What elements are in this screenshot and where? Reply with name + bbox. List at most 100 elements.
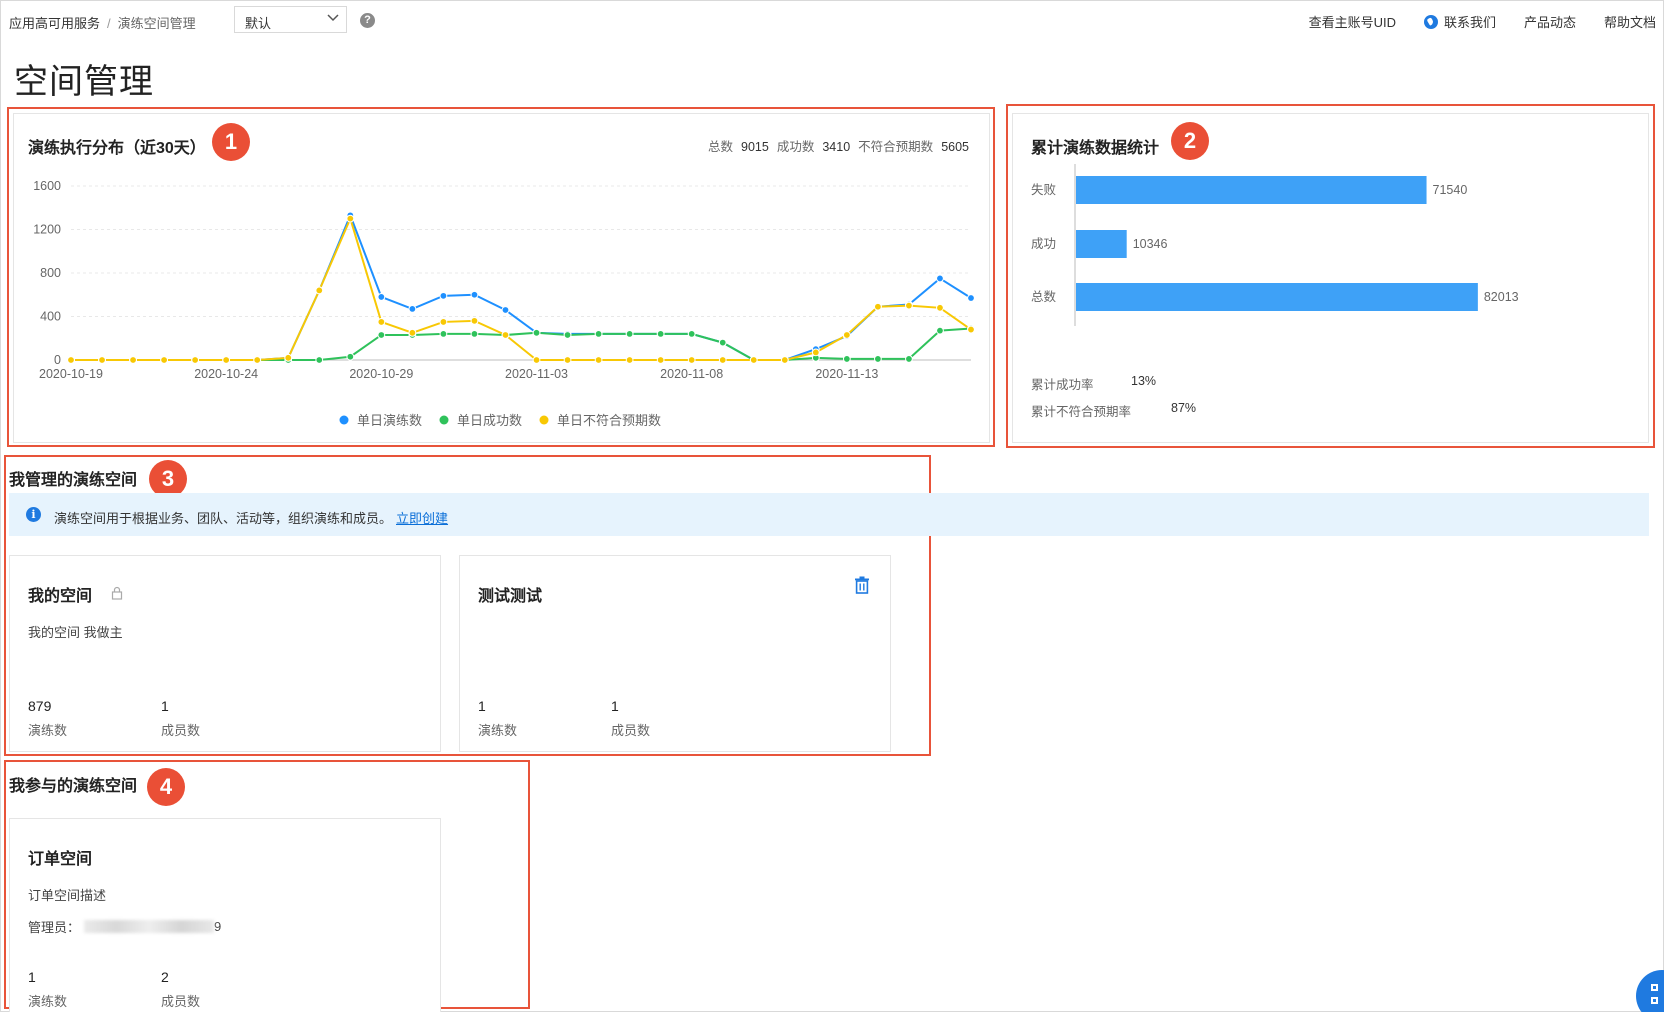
data-point[interactable] xyxy=(377,331,386,339)
y-tick-label: 0 xyxy=(54,353,61,367)
data-point[interactable] xyxy=(315,356,324,364)
data-point[interactable] xyxy=(656,330,665,338)
contact-us-link[interactable]: 联系我们 xyxy=(1423,12,1496,31)
data-point[interactable] xyxy=(408,304,417,313)
data-point[interactable] xyxy=(470,290,479,299)
space-card-order[interactable]: 订单空间 订单空间描述 管理员： 9 1 演练数 2 成员数 xyxy=(9,818,441,1012)
data-point[interactable] xyxy=(656,356,665,364)
data-point[interactable] xyxy=(718,356,727,364)
breadcrumb-separator: / xyxy=(107,16,111,31)
cumulative-bar-chart: 失败 71540 成功 10346 总数 82013 xyxy=(1031,164,1519,326)
data-point[interactable] xyxy=(532,356,541,364)
legend-item[interactable]: 单日不符合预期数 xyxy=(539,413,662,428)
data-point[interactable] xyxy=(873,355,882,363)
data-point[interactable] xyxy=(191,356,200,364)
data-point[interactable] xyxy=(377,318,386,326)
data-point[interactable] xyxy=(98,356,106,364)
data-point[interactable] xyxy=(67,356,75,364)
space-card-desc: 我的空间 我做主 xyxy=(28,625,123,640)
space-card-desc: 订单空间描述 xyxy=(28,888,107,903)
data-point[interactable] xyxy=(967,325,975,334)
data-point[interactable] xyxy=(936,303,944,312)
marker-1: 1 xyxy=(212,123,250,161)
data-point[interactable] xyxy=(594,356,603,364)
bar[interactable] xyxy=(1076,176,1427,204)
view-uid-link[interactable]: 查看主账号UID xyxy=(1309,12,1396,31)
bar[interactable] xyxy=(1076,283,1478,311)
cumulative-title: 累计演练数据统计 xyxy=(1031,140,1160,157)
category-label: 成功 xyxy=(1031,237,1056,251)
data-point[interactable] xyxy=(501,306,510,314)
y-tick-label: 400 xyxy=(40,310,61,324)
breadcrumb-item-current: 演练空间管理 xyxy=(117,16,196,31)
data-point[interactable] xyxy=(470,316,479,325)
data-point[interactable] xyxy=(222,356,231,364)
product-news-link[interactable]: 产品动态 xyxy=(1524,12,1576,31)
data-point[interactable] xyxy=(377,293,386,301)
data-point[interactable] xyxy=(439,330,448,338)
trash-icon[interactable] xyxy=(854,576,870,594)
namespace-select[interactable]: 默认 xyxy=(234,6,347,33)
category-label: 失败 xyxy=(1031,182,1057,197)
data-point[interactable] xyxy=(160,356,169,364)
data-point[interactable] xyxy=(408,328,417,337)
data-point[interactable] xyxy=(625,330,634,338)
data-point[interactable] xyxy=(284,353,293,362)
info-circle-icon: i xyxy=(26,507,41,522)
x-tick-label: 2020-10-24 xyxy=(194,367,258,381)
data-point[interactable] xyxy=(625,356,634,364)
x-tick-label: 2020-11-13 xyxy=(815,367,878,381)
data-point[interactable] xyxy=(873,302,882,311)
data-point[interactable] xyxy=(936,274,944,283)
create-now-link[interactable]: 立即创建 xyxy=(396,511,448,526)
data-point[interactable] xyxy=(563,331,572,339)
space-card-test[interactable]: 测试测试 1 演练数 1 成员数 xyxy=(459,555,891,752)
data-point[interactable] xyxy=(780,356,789,364)
question-circle-icon[interactable]: ? xyxy=(360,13,375,28)
admin-label: 管理员： xyxy=(28,920,81,935)
data-point[interactable] xyxy=(315,286,324,295)
marker-2: 2 xyxy=(1171,122,1209,160)
data-point[interactable] xyxy=(905,301,913,310)
space-card-my-space[interactable]: 我的空间 我的空间 我做主 879 演练数 1 成员数 xyxy=(9,555,441,752)
data-point[interactable] xyxy=(842,355,851,363)
data-point[interactable] xyxy=(905,355,913,363)
data-point[interactable] xyxy=(687,356,696,364)
data-point[interactable] xyxy=(936,326,944,335)
data-point[interactable] xyxy=(346,214,355,223)
data-point[interactable] xyxy=(532,328,541,337)
help-docs-link[interactable]: 帮助文档 xyxy=(1604,12,1656,31)
legend-item[interactable]: 单日演练数 xyxy=(339,413,423,428)
managed-title: 我管理的演练空间 xyxy=(9,472,138,489)
unexpected-rate-value: 87% xyxy=(1171,401,1197,415)
breadcrumb-item-service[interactable]: 应用高可用服务 xyxy=(9,16,100,31)
data-point[interactable] xyxy=(749,356,758,364)
data-point[interactable] xyxy=(842,331,851,339)
legend-marker xyxy=(539,415,549,425)
data-point[interactable] xyxy=(594,330,603,338)
data-point[interactable] xyxy=(129,356,137,364)
joined-title: 我参与的演练空间 xyxy=(9,778,138,795)
data-point[interactable] xyxy=(811,348,820,357)
data-point[interactable] xyxy=(718,338,727,347)
cumulative-card: 累计演练数据统计 失败 71540 成功 10346 总数 82013 累计成功率 13%… xyxy=(1012,113,1649,443)
bar-value-label: 82013 xyxy=(1484,290,1519,304)
data-point[interactable] xyxy=(563,356,572,364)
legend-item[interactable]: 单日成功数 xyxy=(439,413,523,428)
bar[interactable] xyxy=(1076,230,1127,258)
data-point[interactable] xyxy=(501,331,510,339)
drill-count-label: 演练数 xyxy=(28,723,68,738)
series-line-0 xyxy=(71,212,972,361)
data-point[interactable] xyxy=(967,294,975,302)
data-point[interactable] xyxy=(470,330,479,338)
legend-marker xyxy=(339,415,349,425)
success-rate-value: 13% xyxy=(1131,374,1157,388)
admin-row: 管理员： 9 xyxy=(28,917,221,936)
data-point[interactable] xyxy=(346,352,355,361)
unexpected-rate-row: 累计不符合预期率 87% xyxy=(1031,401,1331,420)
namespace-select-value: 默认 xyxy=(245,16,272,31)
data-point[interactable] xyxy=(687,330,696,338)
data-point[interactable] xyxy=(253,356,262,364)
data-point[interactable] xyxy=(439,291,448,300)
data-point[interactable] xyxy=(439,318,448,326)
